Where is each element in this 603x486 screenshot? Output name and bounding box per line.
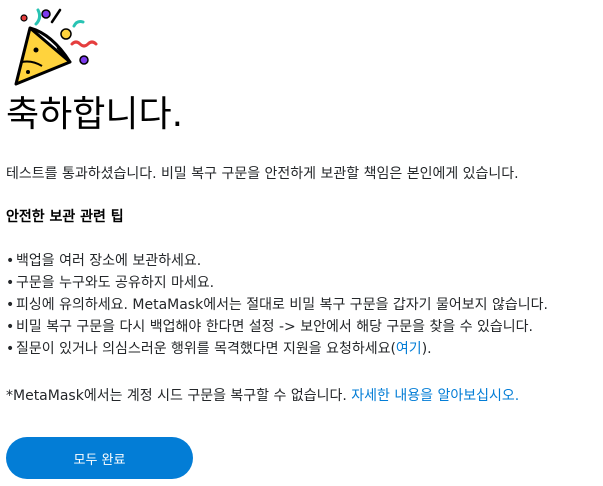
tip-text: 백업을 여러 장소에 보관하세요. [16,253,202,269]
support-link[interactable]: 여기 [396,341,422,357]
congratulations-page: 축하합니다. 테스트를 통과하셨습니다. 비밀 복구 구문을 안전하게 보관할 … [0,0,603,486]
tip-text: 구문을 누구와도 공유하지 마세요. [16,275,215,291]
tip-item: • 질문이 있거나 의심스러운 행위를 목격했다면 지원을 요청하세요(여기). [6,341,432,357]
note-text: *MetaMask에서는 계정 시드 구문을 복구할 수 없습니다. [6,388,347,404]
tip-text: 비밀 복구 구문을 다시 백업해야 한다면 설정 -> 보안에서 해당 구문을 … [16,319,534,335]
tip-text: 피싱에 유의하세요. MetaMask에서는 절대로 비밀 복구 구문을 갑자기… [16,297,548,313]
tip-item: • 구문을 누구와도 공유하지 마세요. [6,275,215,291]
tip-text: 질문이 있거나 의심스러운 행위를 목격했다면 지원을 요청하세요( [16,341,396,357]
intro-text: 테스트를 통과하셨습니다. 비밀 복구 구문을 안전하게 보관할 책임은 본인에… [6,166,519,182]
tip-text-end: ). [421,341,432,357]
learn-more-link[interactable]: 자세한 내용을 알아보십시오. [351,388,519,404]
page-title: 축하합니다. [6,94,184,135]
tips-heading: 안전한 보관 관련 팁 [6,209,124,225]
tips-list: • 백업을 여러 장소에 보관하세요. • 구문을 누구와도 공유하지 마세요. •… [6,250,548,360]
party-popper-icon [14,8,98,86]
tip-item: • 백업을 여러 장소에 보관하세요. [6,253,202,269]
recovery-note: *MetaMask에서는 계정 시드 구문을 복구할 수 없습니다. 자세한 내… [6,386,519,406]
all-done-button[interactable]: 모두 완료 [6,437,193,479]
tip-item: • 비밀 복구 구문을 다시 백업해야 한다면 설정 -> 보안에서 해당 구문을… [6,319,534,335]
tip-item: • 피싱에 유의하세요. MetaMask에서는 절대로 비밀 복구 구문을 갑자… [6,297,548,313]
